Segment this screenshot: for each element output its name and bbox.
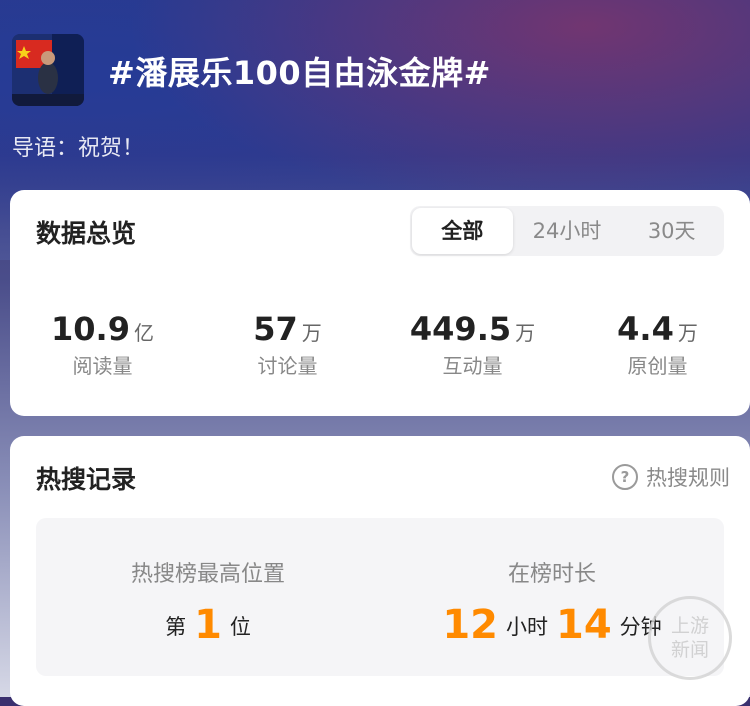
peak-prefix: 第: [165, 615, 187, 639]
stat-unit: 亿: [133, 321, 154, 345]
topic-thumbnail[interactable]: [12, 34, 84, 106]
watermark-logo: 上游新闻: [648, 596, 732, 680]
peak-label: 热搜榜最高位置: [130, 562, 285, 587]
hours-unit: 小时: [506, 615, 548, 639]
stat-unit: 万: [677, 321, 698, 345]
topic-lead: 导语：祝贺！: [12, 136, 145, 161]
time-range-tabs: 全部 24小时 30天: [410, 206, 724, 256]
hot-search-rules-label: 热搜规则: [646, 466, 730, 490]
topic-title: #潘展乐100自由泳金牌#: [108, 54, 491, 92]
tab-all[interactable]: 全部: [412, 208, 513, 254]
minutes-value: 14: [556, 602, 612, 648]
stat-value: 4.4: [617, 310, 674, 348]
watermark-text: 上游新闻: [670, 615, 709, 661]
hours-value: 12: [442, 602, 498, 648]
question-circle-icon: ?: [612, 464, 638, 490]
peak-suffix: 位: [229, 615, 251, 639]
peak-value: 1: [194, 602, 222, 648]
topic-thumbnail-image: [12, 34, 84, 106]
stat-reads: 10.9 亿 阅读量: [10, 310, 195, 379]
stat-unit: 万: [301, 321, 322, 345]
stat-label: 阅读量: [72, 354, 133, 378]
peak-value-row: 第1位: [36, 602, 380, 648]
stat-discussions: 57 万 讨论量: [195, 310, 380, 379]
stat-label: 互动量: [442, 354, 503, 378]
tab-24h[interactable]: 24小时: [517, 208, 618, 254]
duration-label: 在榜时长: [507, 562, 596, 587]
hot-search-summary: 热搜榜最高位置 第1位 在榜时长 12 小时 14 分钟: [36, 518, 724, 676]
hot-search-card: 热搜记录 ? 热搜规则 热搜榜最高位置 第1位 在榜时长 12 小时 14 分钟: [10, 436, 750, 706]
stat-interactions: 449.5 万 互动量: [380, 310, 565, 379]
stat-unit: 万: [515, 321, 536, 345]
overview-stats: 10.9 亿 阅读量 57 万 讨论量 449.5 万 互动量 4.4 万 原创量: [10, 310, 750, 379]
overview-title: 数据总览: [36, 219, 137, 248]
overview-card: 数据总览 全部 24小时 30天 10.9 亿 阅读量 57 万 讨论量 449.5…: [10, 190, 750, 416]
hot-search-title: 热搜记录: [36, 465, 137, 494]
tab-30d[interactable]: 30天: [621, 208, 722, 254]
peak-position: 热搜榜最高位置 第1位: [36, 518, 380, 676]
stat-value: 10.9: [51, 310, 130, 348]
stat-originals: 4.4 万 原创量: [565, 310, 750, 379]
stat-label: 原创量: [627, 354, 688, 378]
stat-value: 449.5: [409, 310, 512, 348]
stat-value: 57: [253, 310, 298, 348]
hot-search-rules-link[interactable]: ? 热搜规则: [612, 462, 730, 492]
stat-label: 讨论量: [257, 354, 318, 378]
